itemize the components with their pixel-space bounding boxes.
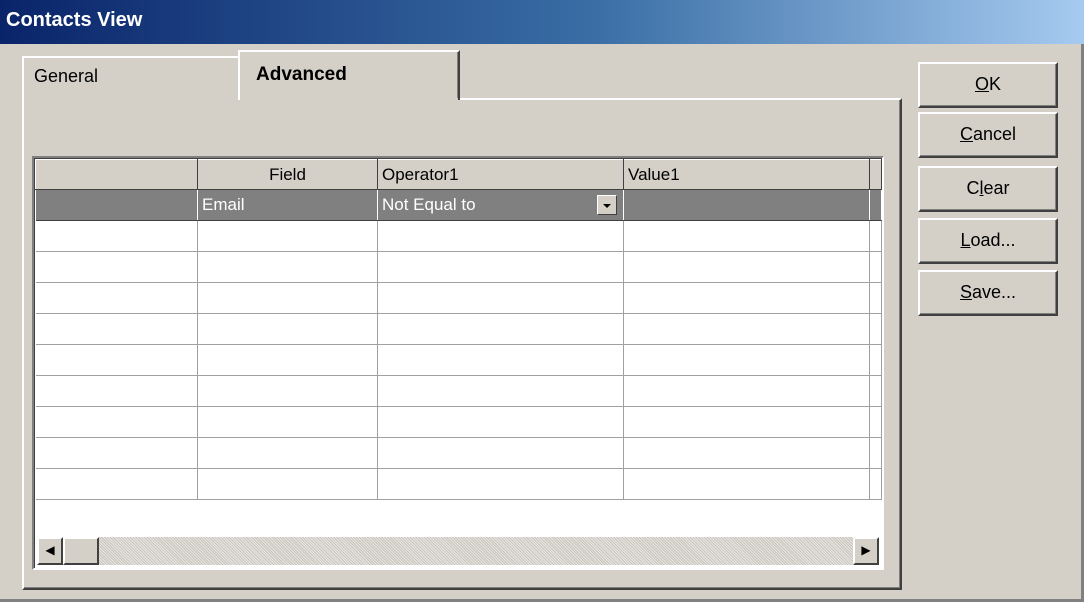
operator-cell[interactable] (377, 344, 624, 376)
value-cell[interactable] (623, 437, 870, 469)
tab-join (240, 98, 458, 101)
filler-cell (869, 344, 882, 376)
field-cell[interactable] (197, 468, 378, 500)
field-cell[interactable]: Email (197, 189, 378, 221)
field-cell[interactable] (197, 313, 378, 345)
table-row[interactable] (35, 251, 882, 283)
filler-cell (869, 313, 882, 345)
value-cell[interactable] (623, 220, 870, 252)
header-row: Field Operator1 Value1 (35, 159, 882, 190)
ok-button[interactable]: OK (918, 62, 1058, 108)
row-index-cell[interactable] (35, 437, 198, 469)
save-button[interactable]: Save... (918, 270, 1058, 316)
filler-cell (869, 251, 882, 283)
operator-cell[interactable]: Not Equal to (377, 189, 624, 221)
field-cell[interactable] (197, 406, 378, 438)
operator-cell[interactable] (377, 220, 624, 252)
row-index-cell[interactable] (35, 468, 198, 500)
field-cell[interactable] (197, 251, 378, 283)
table-row[interactable] (35, 344, 882, 376)
value-cell[interactable] (623, 189, 870, 221)
window-title: Contacts View (0, 0, 1084, 44)
table-row[interactable] (35, 375, 882, 407)
column-header-operator1[interactable]: Operator1 (377, 159, 624, 190)
operator-value: Not Equal to (382, 195, 476, 214)
column-header-filler (869, 159, 882, 190)
column-header-field[interactable]: Field (197, 159, 378, 190)
value-cell[interactable] (623, 468, 870, 500)
arrow-right-icon[interactable]: ▶ (853, 537, 879, 565)
column-header-value1[interactable]: Value1 (623, 159, 870, 190)
operator-cell[interactable] (377, 468, 624, 500)
table-row[interactable] (35, 406, 882, 438)
field-cell[interactable] (197, 375, 378, 407)
row-index-cell[interactable] (35, 344, 198, 376)
row-index-cell[interactable] (35, 251, 198, 283)
criteria-grid[interactable]: Field Operator1 Value1 Email Not Equal t… (32, 156, 884, 570)
table-row-selected[interactable]: Email Not Equal to (35, 189, 882, 221)
row-index-cell[interactable] (35, 220, 198, 252)
clear-button[interactable]: Clear (918, 166, 1058, 212)
value-cell[interactable] (623, 344, 870, 376)
row-index-cell[interactable] (35, 282, 198, 314)
filler-cell (869, 189, 882, 221)
filler-cell (869, 468, 882, 500)
contacts-view-dialog: Contacts View General Advanced Field Ope… (0, 0, 1084, 602)
horizontal-scrollbar[interactable]: ◀ ▶ (37, 537, 879, 565)
field-cell[interactable] (197, 282, 378, 314)
operator-cell[interactable] (377, 251, 624, 283)
row-index-cell[interactable] (35, 313, 198, 345)
row-header-corner (35, 159, 198, 190)
table-row[interactable] (35, 282, 882, 314)
scrollbar-thumb[interactable] (63, 537, 99, 565)
table-row[interactable] (35, 220, 882, 252)
operator-cell[interactable] (377, 406, 624, 438)
value-cell[interactable] (623, 313, 870, 345)
row-index-cell[interactable] (35, 406, 198, 438)
filler-cell (869, 437, 882, 469)
table-row[interactable] (35, 437, 882, 469)
tab-general[interactable]: General (22, 56, 238, 100)
cancel-button[interactable]: Cancel (918, 112, 1058, 158)
load-button[interactable]: Load... (918, 218, 1058, 264)
table-row[interactable] (35, 468, 882, 500)
filler-cell (869, 375, 882, 407)
field-cell[interactable] (197, 344, 378, 376)
operator-cell[interactable] (377, 313, 624, 345)
value-cell[interactable] (623, 375, 870, 407)
tab-advanced[interactable]: Advanced (238, 50, 460, 100)
value-cell[interactable] (623, 251, 870, 283)
row-index-cell[interactable] (35, 189, 198, 221)
filler-cell (869, 220, 882, 252)
table-row[interactable] (35, 313, 882, 345)
field-cell[interactable] (197, 220, 378, 252)
field-cell[interactable] (197, 437, 378, 469)
operator-cell[interactable] (377, 375, 624, 407)
chevron-down-icon[interactable] (597, 195, 617, 215)
filler-cell (869, 406, 882, 438)
value-cell[interactable] (623, 406, 870, 438)
operator-cell[interactable] (377, 282, 624, 314)
operator-cell[interactable] (377, 437, 624, 469)
row-index-cell[interactable] (35, 375, 198, 407)
filler-cell (869, 282, 882, 314)
criteria-table: Field Operator1 Value1 Email Not Equal t… (35, 159, 882, 500)
value-cell[interactable] (623, 282, 870, 314)
arrow-left-icon[interactable]: ◀ (37, 537, 63, 565)
